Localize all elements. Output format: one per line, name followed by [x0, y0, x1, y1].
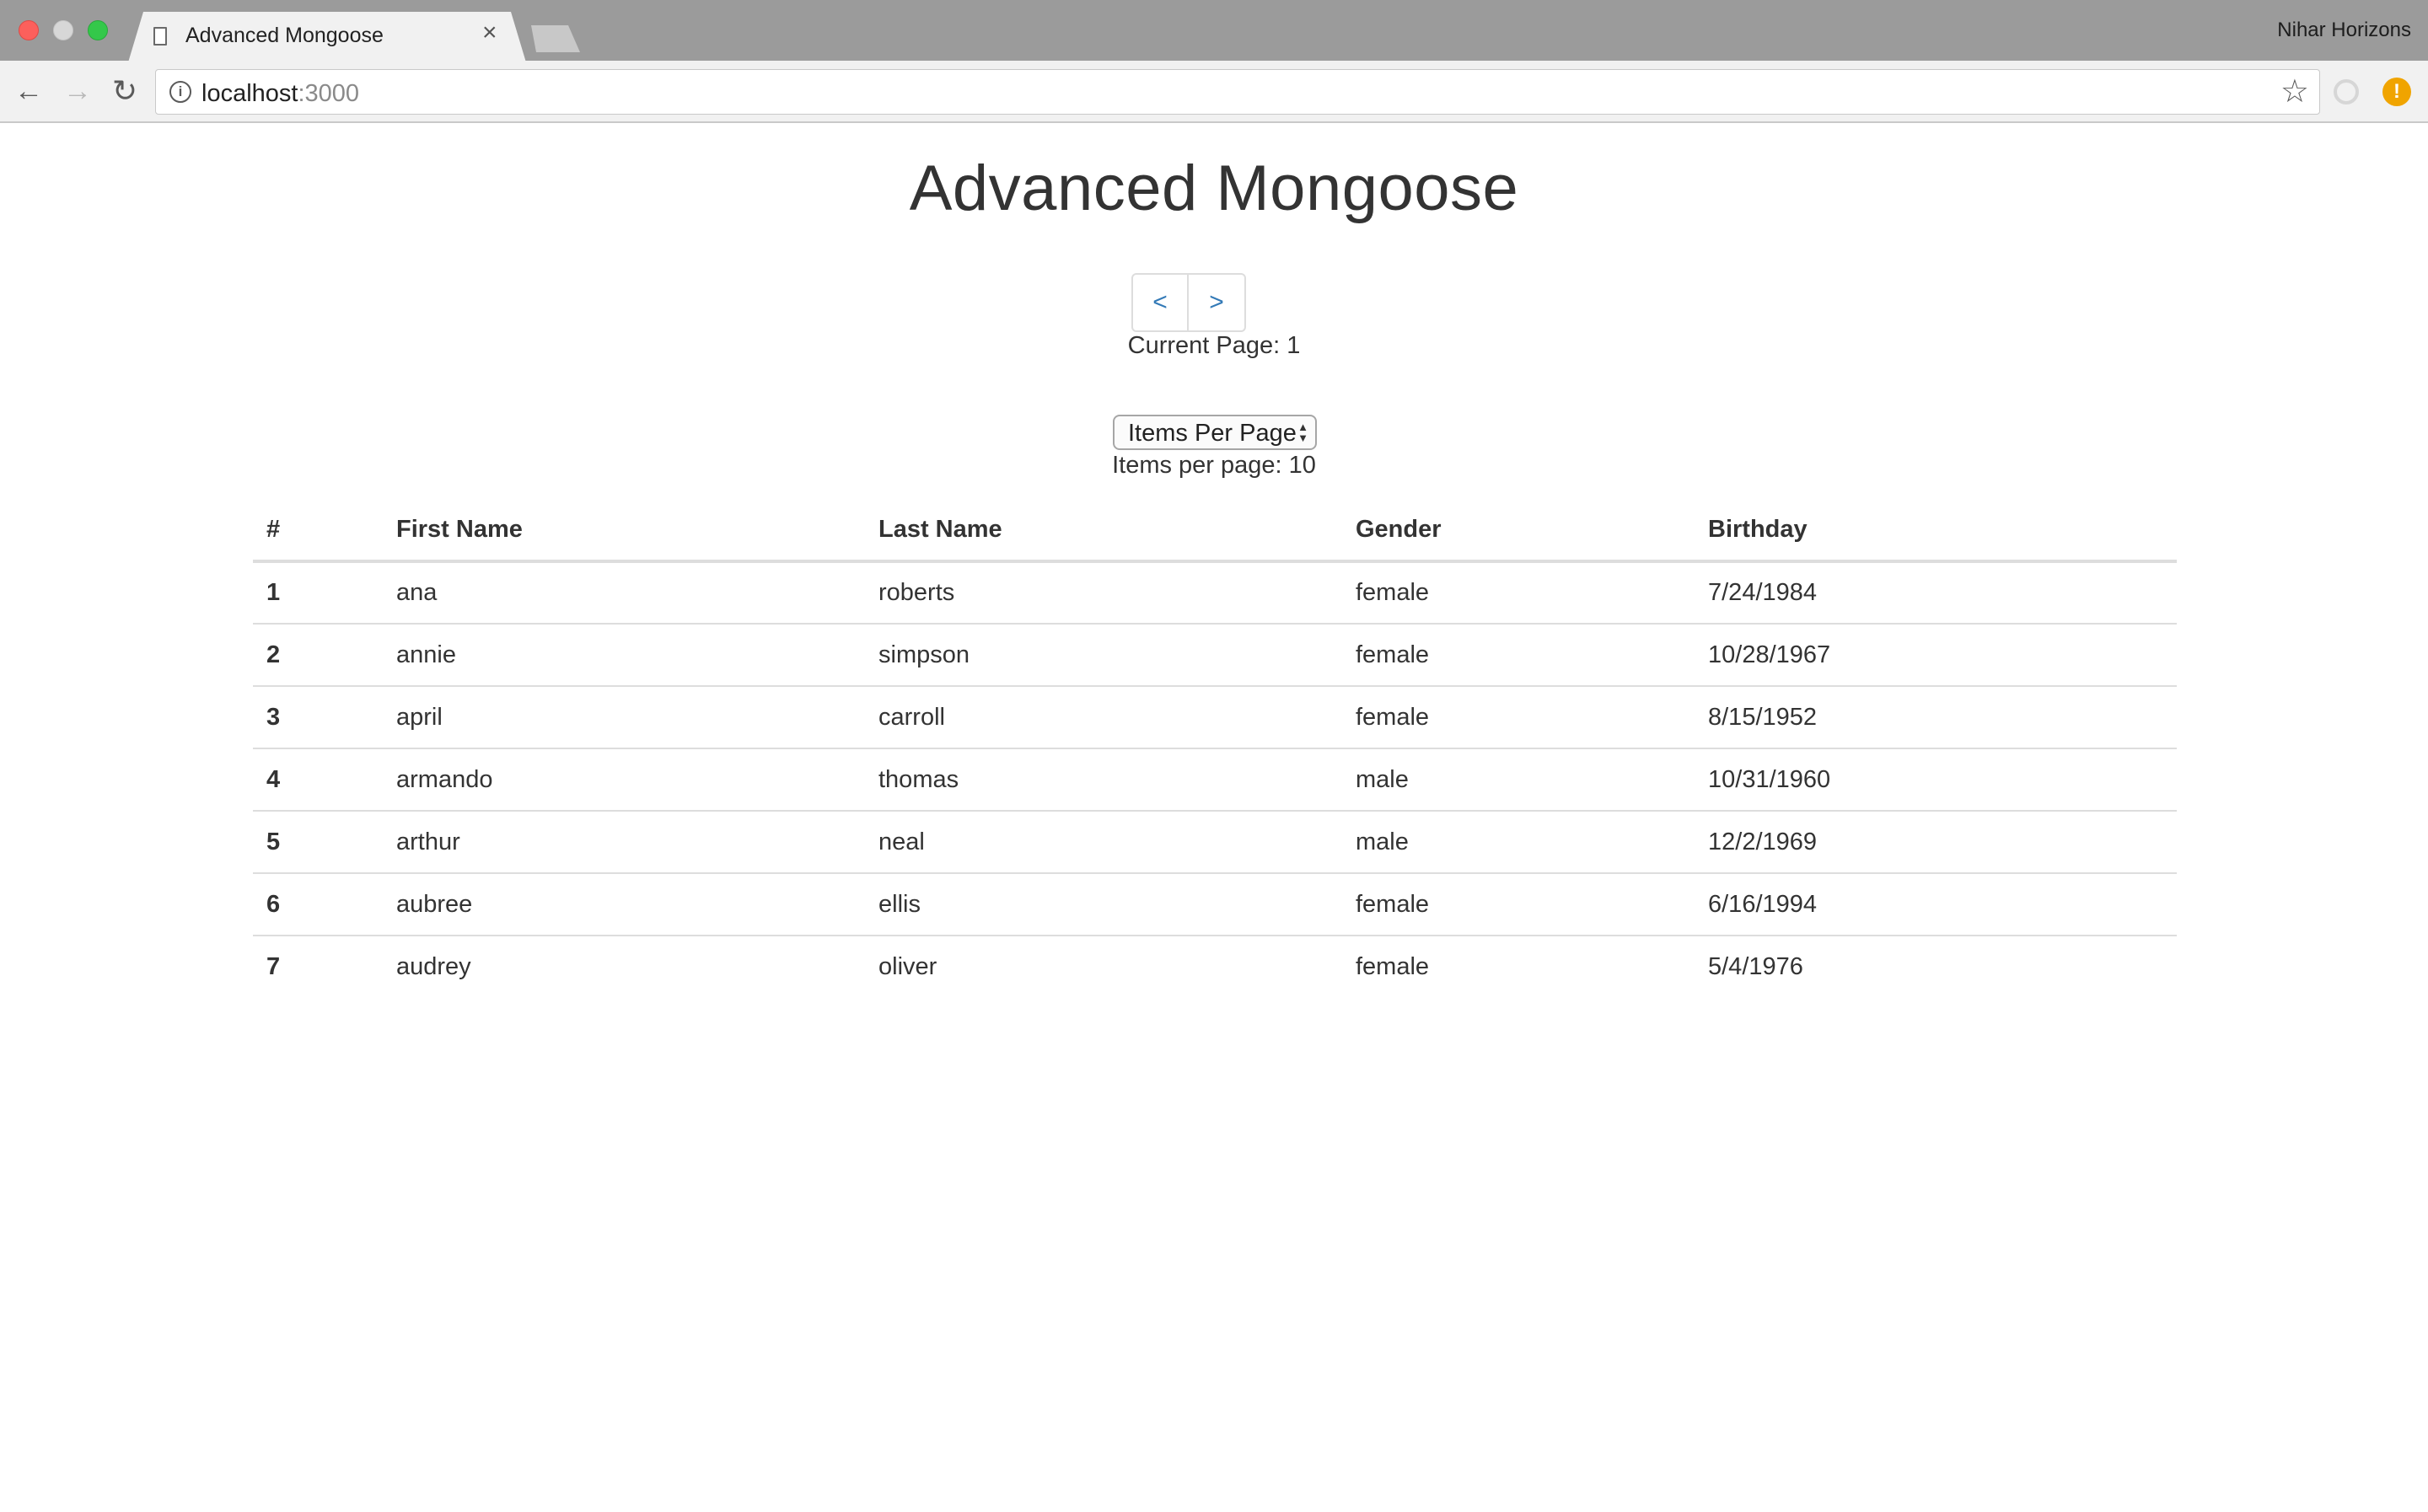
url-text[interactable]: localhost:3000	[201, 80, 359, 108]
cell-gender: female	[1342, 685, 1695, 748]
column-header-last-name: Last Name	[865, 499, 1342, 563]
url-port: :3000	[298, 80, 360, 107]
current-page-text: Current Page: 1	[1127, 332, 1301, 359]
browser-toolbar: ← → ↻ i localhost:3000 ☆ !	[0, 61, 2428, 123]
tab-title: Advanced Mongoose	[185, 24, 384, 47]
maximize-window-button[interactable]	[88, 20, 108, 40]
browser-tab-active[interactable]: Advanced Mongoose ×	[128, 12, 526, 62]
cell-first-name: ana	[396, 579, 438, 606]
cell-birthday: 10/28/1967	[1695, 623, 2177, 686]
browser-title-bar: Advanced Mongoose × Nihar Horizons	[0, 0, 2428, 61]
previous-page-button[interactable]: <	[1131, 273, 1189, 332]
cell-gender: male	[1342, 748, 1695, 811]
cell-gender: male	[1342, 810, 1695, 873]
cell-number: 4	[253, 748, 383, 811]
cell-last-name: thomas	[865, 748, 1342, 811]
cell-birthday: 10/31/1960	[1695, 748, 2177, 811]
cell-last-name: roberts	[878, 579, 955, 606]
table-row: 7 audrey oliver female 5/4/1976	[253, 935, 2177, 998]
address-bar[interactable]: i localhost:3000 ☆	[155, 69, 2320, 115]
cell-last-name: carroll	[865, 685, 1342, 748]
cell-gender: female	[1342, 935, 1695, 998]
table-row: 4 armando thomas male 10/31/1960	[253, 748, 2177, 811]
table-header-row: # First Name Last Name Gender Birthday	[253, 499, 2177, 563]
items-per-page-select[interactable]: Items Per Page ▲ ▼	[1113, 415, 1317, 450]
cell-last-name: oliver	[865, 935, 1342, 998]
table-row: 2 annie simpson female 10/28/1967	[253, 623, 2177, 686]
cell-birthday: 6/16/1994	[1695, 872, 2177, 936]
select-arrows-icon: ▲ ▼	[1297, 421, 1308, 444]
reload-icon[interactable]: ↻	[108, 74, 142, 108]
cell-number: 6	[253, 872, 383, 936]
extension-icon[interactable]	[2334, 79, 2359, 105]
new-tab-button[interactable]	[524, 25, 580, 52]
cell-gender: female	[1356, 579, 1430, 606]
document-icon	[153, 27, 167, 46]
alert-icon[interactable]: !	[2382, 78, 2411, 106]
cell-number: 3	[253, 685, 383, 748]
cell-gender: female	[1342, 872, 1695, 936]
next-page-button[interactable]: >	[1189, 273, 1246, 332]
cell-first-name: aubree	[383, 872, 865, 936]
cell-birthday: 5/4/1976	[1695, 935, 2177, 998]
items-per-page-text: Items per page: 10	[1112, 452, 1316, 479]
cell-first-name: arthur	[383, 810, 865, 873]
table-row: 5 arthur neal male 12/2/1969	[253, 810, 2177, 873]
info-icon[interactable]: i	[169, 81, 191, 103]
cell-birthday: 12/2/1969	[1695, 810, 2177, 873]
cell-last-name: neal	[865, 810, 1342, 873]
select-label: Items Per Page	[1128, 420, 1297, 447]
close-window-button[interactable]	[19, 20, 39, 40]
profile-name[interactable]: Nihar Horizons	[2277, 19, 2411, 42]
column-header-number: #	[253, 499, 383, 563]
minimize-window-button[interactable]	[53, 20, 73, 40]
cell-first-name: annie	[383, 623, 865, 686]
forward-arrow-icon[interactable]: →	[61, 74, 94, 108]
bookmark-star-icon[interactable]: ☆	[2280, 75, 2309, 109]
table-row: 3 april carroll female 8/15/1952	[253, 685, 2177, 748]
page-title: Advanced Mongoose	[909, 153, 1519, 224]
column-header-first-name: First Name	[383, 499, 865, 563]
table-row: 6 aubree ellis female 6/16/1994	[253, 872, 2177, 936]
cell-last-name: simpson	[865, 623, 1342, 686]
cell-first-name: april	[383, 685, 865, 748]
cell-number: 2	[253, 623, 383, 686]
back-arrow-icon[interactable]: ←	[12, 74, 46, 108]
cell-number: 5	[253, 810, 383, 873]
cell-number: 1	[266, 579, 281, 606]
table-row: 1 ana roberts female 7/24/1984	[253, 561, 2177, 624]
column-header-gender: Gender	[1342, 499, 1695, 563]
users-table: # First Name Last Name Gender Birthday 1…	[253, 499, 2177, 998]
cell-first-name: armando	[383, 748, 865, 811]
tab-close-icon[interactable]: ×	[482, 20, 497, 46]
cell-last-name: ellis	[865, 872, 1342, 936]
cell-birthday: 8/15/1952	[1695, 685, 2177, 748]
cell-number: 7	[253, 935, 383, 998]
url-host: localhost	[201, 80, 298, 107]
cell-first-name: audrey	[383, 935, 865, 998]
column-header-birthday: Birthday	[1695, 499, 2177, 563]
cell-gender: female	[1342, 623, 1695, 686]
pagination: < >	[1131, 273, 1246, 332]
cell-birthday: 7/24/1984	[1708, 579, 1818, 606]
